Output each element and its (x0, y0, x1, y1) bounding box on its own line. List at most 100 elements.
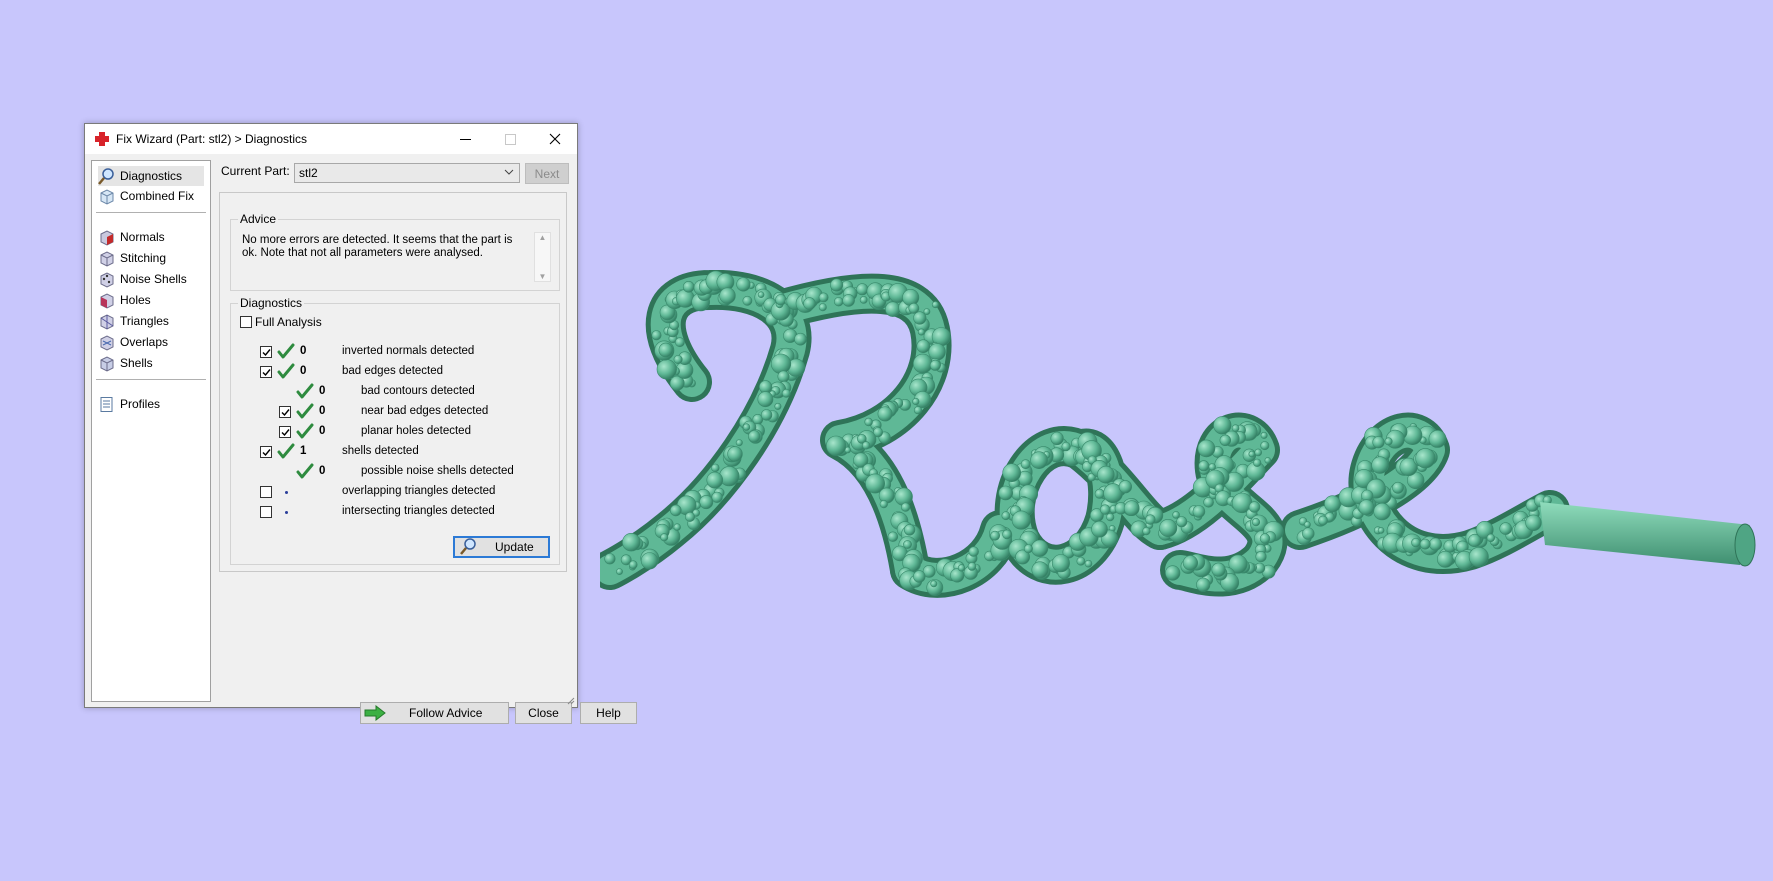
bead (760, 409, 773, 421)
bead (1118, 480, 1133, 494)
bead (675, 337, 685, 348)
nav-item-combined-fix[interactable]: Combined Fix (98, 186, 194, 206)
diagnostic-count: 0 (300, 365, 307, 377)
diagnostic-row: 0 near bad edges detected (231, 402, 551, 422)
diagnostic-label: planar holes detected (361, 425, 471, 437)
update-label: Update (495, 540, 534, 554)
bead (916, 339, 931, 353)
nav-label: Triangles (120, 314, 169, 328)
bead (1094, 488, 1105, 499)
diagnostic-checkbox[interactable] (260, 506, 272, 518)
diagnostic-checkbox[interactable] (279, 426, 291, 438)
bead (1304, 521, 1311, 528)
diagnostic-checkbox[interactable] (279, 406, 291, 418)
scroll-down-icon[interactable]: ▼ (539, 272, 547, 281)
rose-text-model[interactable] (600, 270, 1773, 690)
full-analysis-checkbox[interactable] (240, 316, 252, 328)
bead (894, 487, 913, 506)
bead (803, 297, 816, 310)
diagnostic-label: possible noise shells detected (361, 465, 514, 477)
bead (1208, 463, 1216, 471)
current-part-select[interactable]: stl2 (294, 163, 520, 183)
scroll-up-icon[interactable]: ▲ (539, 233, 547, 242)
diagnostic-count: 0 (319, 385, 326, 397)
green-check-icon (277, 443, 295, 459)
nav-item-normals[interactable]: Normals (98, 227, 165, 247)
bead (1192, 505, 1206, 518)
title-bar[interactable]: Fix Wizard (Part: stl2) > Diagnostics (85, 124, 577, 154)
bead (1384, 437, 1393, 446)
nav-item-holes[interactable]: Holes (98, 290, 151, 310)
bead (931, 301, 939, 309)
green-check-icon (296, 403, 314, 419)
bead (957, 564, 966, 572)
nav-item-diagnostics[interactable]: Diagnostics (98, 166, 204, 186)
follow-advice-button[interactable]: Follow Advice (360, 702, 509, 724)
minimize-icon[interactable] (443, 124, 487, 154)
advice-scrollbar[interactable]: ▲ ▼ (534, 232, 551, 282)
bead (1219, 434, 1231, 447)
nav-item-shells[interactable]: Shells (98, 353, 153, 373)
nav-item-stitching[interactable]: Stitching (98, 248, 166, 268)
bead (1468, 546, 1489, 567)
diagnostic-checkbox[interactable] (260, 366, 272, 378)
bead (862, 441, 871, 450)
bead (685, 511, 696, 522)
nav-item-triangles[interactable]: Triangles (98, 311, 169, 331)
update-button[interactable]: Update (453, 536, 550, 558)
bead (903, 524, 916, 536)
bead (968, 546, 979, 557)
diagnostic-label: inverted normals detected (342, 345, 475, 357)
diagnostic-label: bad edges detected (342, 365, 444, 377)
bead (967, 562, 977, 571)
green-check-icon (296, 463, 314, 479)
bead (651, 330, 662, 341)
bead (1051, 554, 1070, 573)
resize-grip-icon[interactable] (565, 695, 575, 705)
bead (1251, 518, 1261, 527)
full-analysis-label: Full Analysis (255, 315, 322, 329)
diagnostic-label: bad contours detected (361, 385, 475, 397)
bead (928, 343, 946, 361)
dialog-title: Fix Wizard (Part: stl2) > Diagnostics (116, 132, 308, 146)
diagnostic-row: intersecting triangles detected (231, 502, 551, 522)
bead (699, 495, 714, 510)
nav-item-noise-shells[interactable]: Noise Shells (98, 269, 187, 289)
bead (1248, 450, 1256, 458)
nav-item-profiles[interactable]: Profiles (98, 394, 160, 414)
close-button[interactable]: Close (515, 702, 572, 724)
nav-label: Profiles (120, 397, 161, 411)
diagnostic-checkbox[interactable] (260, 446, 272, 458)
bead (727, 446, 743, 462)
current-part-value: stl2 (299, 166, 318, 180)
diagnostic-checkbox[interactable] (260, 346, 272, 358)
bead (1486, 533, 1495, 543)
bead (1255, 551, 1267, 563)
nav-label: Noise Shells (120, 272, 187, 286)
wizard-nav: Diagnostics Combined Fix Normals Stitchi… (91, 160, 211, 702)
bead (859, 295, 868, 304)
bead (742, 423, 751, 431)
bead (1318, 515, 1328, 526)
bead (901, 502, 911, 512)
bead (1231, 424, 1240, 432)
maximize-icon[interactable] (488, 124, 532, 154)
full-analysis-row[interactable]: Full Analysis (240, 315, 322, 329)
bead (1091, 520, 1108, 538)
diagnostic-checkbox[interactable] (260, 486, 272, 498)
nav-item-overlaps[interactable]: Overlaps (98, 332, 168, 352)
bead (1392, 481, 1404, 494)
diagnostics-title: Diagnostics (238, 296, 305, 310)
bead (818, 292, 829, 303)
follow-advice-label: Follow Advice (409, 706, 483, 720)
next-button[interactable]: Next (525, 163, 569, 184)
bead (1011, 510, 1031, 530)
bead (1002, 463, 1022, 482)
diagnostic-count: 1 (300, 445, 307, 457)
diagnostic-label: near bad edges detected (361, 405, 489, 417)
close-icon[interactable] (533, 124, 577, 154)
bead (998, 485, 1014, 501)
current-part-label: Current Part: (221, 164, 290, 178)
help-button[interactable]: Help (580, 702, 637, 724)
bead (1371, 456, 1389, 474)
